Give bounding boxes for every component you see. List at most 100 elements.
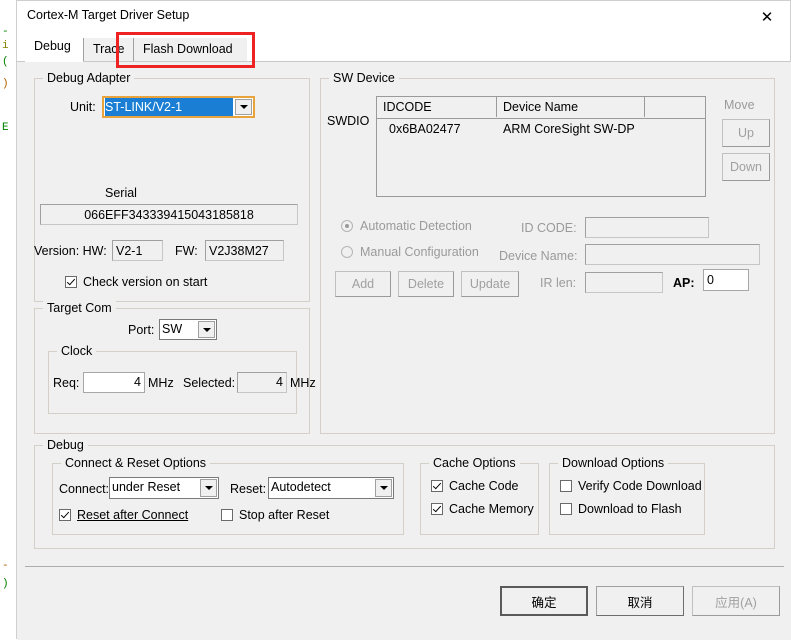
table-row[interactable]: 0x6BA02477 ARM CoreSight SW-DP xyxy=(377,119,705,139)
req-input[interactable]: 4 xyxy=(83,372,145,393)
debug-group: Debug Connect & Reset Options Connect: u… xyxy=(34,445,775,549)
reset-after-connect-checkbox[interactable]: Reset after Connect xyxy=(59,508,188,522)
checkbox-box xyxy=(221,509,233,521)
update-label: Update xyxy=(470,277,510,291)
serial-value: 066EFF343339415043185818 xyxy=(40,204,298,225)
chevron-down-icon xyxy=(240,105,248,109)
checkbox-box xyxy=(560,503,572,515)
delete-button[interactable]: Delete xyxy=(398,271,454,297)
cancel-label: 取消 xyxy=(627,592,652,611)
ir-len-label: IR len: xyxy=(540,276,576,290)
stop-after-reset-checkbox[interactable]: Stop after Reset xyxy=(221,508,329,522)
checkbox-box xyxy=(560,480,572,492)
move-down-button[interactable]: Down xyxy=(722,153,770,181)
chevron-down-icon xyxy=(205,486,213,490)
check-version-on-start-checkbox[interactable]: Check version on start xyxy=(65,275,207,289)
close-icon[interactable]: ✕ xyxy=(744,1,790,32)
req-unit-label: MHz xyxy=(148,376,174,390)
tab-flash-download[interactable]: Flash Download xyxy=(133,38,247,61)
tab-trace[interactable]: Trace xyxy=(83,38,133,61)
checkbox-box xyxy=(431,503,443,515)
cache-memory-checkbox[interactable]: Cache Memory xyxy=(431,502,534,516)
port-combobox-arrow[interactable] xyxy=(198,321,215,338)
move-label: Move xyxy=(724,98,755,112)
unit-combobox[interactable]: ST-LINK/V2-1 xyxy=(102,96,255,118)
title-bar: Cortex-M Target Driver Setup ✕ xyxy=(17,1,790,32)
reset-label: Reset: xyxy=(230,482,266,496)
move-up-label: Up xyxy=(738,126,754,140)
target-com-group: Target Com Port: SW Clock Req: 4 MHz Sel… xyxy=(34,308,310,434)
device-table-header: IDCODE Device Name xyxy=(377,97,705,119)
clock-group: Clock Req: 4 MHz Selected: 4 MHz xyxy=(48,351,297,414)
tab-trace-label: Trace xyxy=(93,42,125,56)
sw-device-group: SW Device SWDIO IDCODE Device Name 0x6BA… xyxy=(320,78,775,434)
footer-separator xyxy=(25,566,784,567)
cell-extra xyxy=(645,119,706,139)
id-code-label: ID CODE: xyxy=(521,221,577,235)
column-header-device-name: Device Name xyxy=(497,97,645,117)
radio-circle xyxy=(341,246,353,258)
unit-combobox-arrow[interactable] xyxy=(235,99,252,115)
cache-memory-label: Cache Memory xyxy=(449,502,534,516)
automatic-detection-radio[interactable]: Automatic Detection xyxy=(341,219,472,233)
ok-label: 确定 xyxy=(531,592,556,611)
download-options-group: Download Options Verify Code Download Do… xyxy=(549,463,705,535)
debug-adapter-legend: Debug Adapter xyxy=(43,71,134,85)
manual-configuration-radio[interactable]: Manual Configuration xyxy=(341,245,479,259)
reset-combobox[interactable]: Autodetect xyxy=(268,477,394,499)
move-up-button[interactable]: Up xyxy=(722,119,770,147)
ir-len-input[interactable] xyxy=(585,272,663,293)
cache-code-label: Cache Code xyxy=(449,479,519,493)
device-table[interactable]: IDCODE Device Name 0x6BA02477 ARM CoreSi… xyxy=(376,96,706,197)
verify-code-download-checkbox[interactable]: Verify Code Download xyxy=(560,479,702,493)
add-label: Add xyxy=(352,277,374,291)
download-to-flash-checkbox[interactable]: Download to Flash xyxy=(560,502,682,516)
device-name-input[interactable] xyxy=(585,244,760,265)
tab-debug-label: Debug xyxy=(34,39,71,53)
radio-circle xyxy=(341,220,353,232)
reset-combobox-arrow[interactable] xyxy=(375,479,392,497)
update-button[interactable]: Update xyxy=(461,271,519,297)
selected-clock-value: 4 xyxy=(237,372,287,393)
chevron-down-icon xyxy=(203,328,211,332)
apply-button[interactable]: 应用(A) xyxy=(692,586,780,616)
check-version-on-start-label: Check version on start xyxy=(83,275,207,289)
req-label: Req: xyxy=(53,376,79,390)
sw-device-legend: SW Device xyxy=(329,71,399,85)
unit-label: Unit: xyxy=(70,100,96,114)
download-to-flash-label: Download to Flash xyxy=(578,502,682,516)
ok-button[interactable]: 确定 xyxy=(500,586,588,616)
serial-label: Serial xyxy=(105,186,137,200)
port-combobox[interactable]: SW xyxy=(159,319,217,340)
unit-combobox-value: ST-LINK/V2-1 xyxy=(105,98,233,116)
connect-reset-legend: Connect & Reset Options xyxy=(61,456,210,470)
automatic-detection-label: Automatic Detection xyxy=(360,219,472,233)
cache-code-checkbox[interactable]: Cache Code xyxy=(431,479,519,493)
chevron-down-icon xyxy=(380,486,388,490)
verify-code-download-label: Verify Code Download xyxy=(578,479,702,493)
apply-label: 应用(A) xyxy=(715,592,757,611)
fw-version-value: V2J38M27 xyxy=(205,240,284,261)
manual-configuration-label: Manual Configuration xyxy=(360,245,479,259)
debug-tab-panel: Debug Adapter Unit: ST-LINK/V2-1 Serial … xyxy=(17,62,791,640)
clock-legend: Clock xyxy=(57,344,96,358)
port-combobox-value: SW xyxy=(162,320,196,339)
connect-combobox[interactable]: under Reset xyxy=(109,477,219,499)
ap-input[interactable]: 0 xyxy=(703,269,749,291)
cache-options-legend: Cache Options xyxy=(429,456,520,470)
column-header-idcode: IDCODE xyxy=(377,97,497,117)
tab-strip: Debug Trace Flash Download xyxy=(17,32,790,62)
tab-flash-download-label: Flash Download xyxy=(143,42,233,56)
checkbox-box xyxy=(431,480,443,492)
reset-combobox-value: Autodetect xyxy=(271,478,373,498)
tab-debug[interactable]: Debug xyxy=(25,33,83,62)
debug-group-legend: Debug xyxy=(43,438,88,452)
add-button[interactable]: Add xyxy=(335,271,391,297)
background-editor-strip: - i ( ) E - ) xyxy=(0,0,16,639)
id-code-input[interactable] xyxy=(585,217,709,238)
version-label: Version: HW: xyxy=(34,244,107,258)
connect-combobox-arrow[interactable] xyxy=(200,479,217,497)
column-header-extra xyxy=(645,97,706,117)
target-com-legend: Target Com xyxy=(43,301,116,315)
cancel-button[interactable]: 取消 xyxy=(596,586,684,616)
